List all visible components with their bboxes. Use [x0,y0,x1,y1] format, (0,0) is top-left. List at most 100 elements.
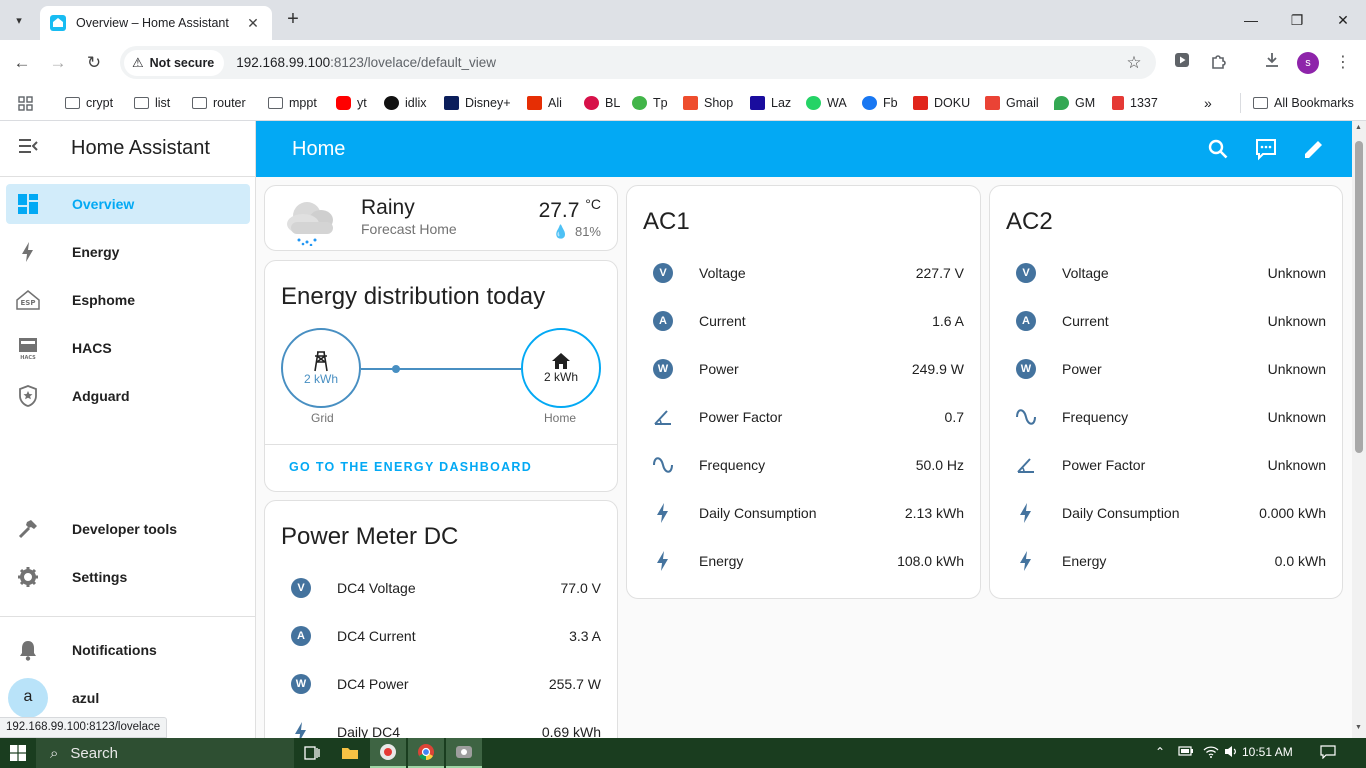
sidebar-item-profile[interactable]: a azul [6,678,250,718]
sidebar-item-energy[interactable]: Energy [6,232,250,272]
downloads-icon[interactable] [1261,52,1283,74]
entity-row[interactable]: Frequency 50.0 Hz [643,445,964,485]
windows-start-icon[interactable] [10,745,26,761]
page-scrollbar[interactable]: ▲ ▼ [1352,121,1366,738]
entity-row[interactable]: V DC4 Voltage 77.0 V [281,568,601,608]
bookmark-crypt[interactable]: crypt [65,93,113,113]
bookmark-mppt[interactable]: mppt [268,93,317,113]
entity-row[interactable]: Daily Consumption 0.000 kWh [1006,493,1326,533]
bookmark-star-icon[interactable]: ☆ [1122,53,1146,73]
volume-icon[interactable] [1224,745,1238,761]
battery-icon[interactable] [1178,745,1194,760]
bookmark-ali[interactable]: Ali [527,93,562,113]
sidebar-item-developer-tools[interactable]: Developer tools [6,509,250,549]
grid-node[interactable]: 2 kWh [281,328,361,408]
back-button[interactable]: ← [10,51,34,75]
more-bookmarks-icon[interactable]: » [1204,93,1212,113]
app-taskbar-icon[interactable] [370,738,406,768]
bookmark-laz[interactable]: Laz [750,93,791,113]
bookmark-fb[interactable]: Fb [862,93,898,113]
tab-search-button[interactable]: ▾ [6,8,32,32]
bookmark-router[interactable]: router [192,93,246,113]
sidebar-item-adguard[interactable]: Adguard [6,376,250,416]
search-icon[interactable] [1206,137,1230,161]
bookmark-disney[interactable]: Disney+ [444,93,511,113]
edit-pencil-icon[interactable] [1302,137,1326,161]
entity-state: Unknown [1267,265,1326,281]
minimize-button[interactable]: — [1228,8,1274,32]
url-text[interactable]: 192.168.99.100:8123/lovelace/default_vie… [236,55,1122,70]
entity-row[interactable]: Daily Consumption 2.13 kWh [643,493,964,533]
tray-overflow-icon[interactable]: ⌃ [1155,745,1165,759]
entity-row[interactable]: V Voltage Unknown [1006,253,1326,293]
entity-row[interactable]: Energy 108.0 kWh [643,541,964,581]
scroll-up-icon[interactable]: ▲ [1355,124,1362,131]
taskbar-search[interactable]: ⌕ Search [36,738,294,768]
bookmark-wa[interactable]: WA [806,93,847,113]
entity-row[interactable]: A Current Unknown [1006,301,1326,341]
bookmark-idlix[interactable]: idlix [384,93,427,113]
wifi-icon[interactable] [1203,745,1219,761]
tab-close-icon[interactable]: ✕ [244,15,262,32]
site-info-chip[interactable]: ⚠ Not secure [124,49,225,76]
profile-avatar[interactable]: s [1297,52,1319,74]
pinned-app-icon[interactable] [446,738,482,768]
sidebar-item-notifications[interactable]: Notifications [6,630,250,670]
sidebar-item-hacs[interactable]: HACS HACS [6,328,250,368]
url-host: 192.168.99.100 [236,55,331,70]
browser-toolbar: ← → ↻ ⚠ Not secure 192.168.99.100:8123/l… [0,40,1366,85]
browser-tab-active[interactable]: Overview – Home Assistant ✕ [40,6,272,40]
entity-row[interactable]: Energy 0.0 kWh [1006,541,1326,581]
entity-state: 50.0 Hz [915,457,964,473]
bookmark-tp[interactable]: Tp [632,93,668,113]
extensions-icon[interactable] [1208,52,1230,74]
media-icon[interactable] [1171,52,1193,74]
apps-grid-icon[interactable] [18,93,33,113]
task-view-icon[interactable] [294,738,330,768]
forward-button[interactable]: → [46,51,70,75]
browser-menu-icon[interactable]: ⋮ [1332,52,1354,74]
bookmark-shop[interactable]: Shop [683,93,733,113]
notification-center-icon[interactable] [1320,745,1336,762]
entity-row[interactable]: Daily DC4 0.69 kWh [281,712,601,738]
bookmark-bl[interactable]: BL [584,93,620,113]
scroll-down-icon[interactable]: ▼ [1355,724,1362,731]
entity-row[interactable]: Frequency Unknown [1006,397,1326,437]
bookmark-1337[interactable]: 1337 [1112,93,1158,113]
close-window-button[interactable]: ✕ [1320,8,1366,32]
weather-card[interactable]: Rainy Forecast Home 27.7 °C 💧 81% [264,185,618,251]
entity-row[interactable]: W Power 249.9 W [643,349,964,389]
bookmark-gm[interactable]: GM [1054,93,1095,113]
taskbar-clock[interactable]: 10:51 AM [1242,745,1293,759]
scrollbar-thumb[interactable] [1355,141,1363,453]
chrome-taskbar-icon[interactable] [408,738,444,768]
reload-button[interactable]: ↻ [82,51,106,75]
sidebar-item-esphome[interactable]: ESP Esphome [6,280,250,320]
entity-name: DC4 Voltage [337,580,416,596]
energy-dashboard-link[interactable]: GO TO THE ENERGY DASHBOARD [289,460,532,474]
home-node[interactable]: 2 kWh [521,328,601,408]
bookmark-doku[interactable]: DOKU [913,93,970,113]
entity-icon-wrap [1006,456,1046,474]
entity-row[interactable]: A Current 1.6 A [643,301,964,341]
sidebar-item-overview[interactable]: Overview [6,184,250,224]
assist-icon[interactable] [1254,137,1278,161]
entity-row[interactable]: V Voltage 227.7 V [643,253,964,293]
bookmark-list[interactable]: list [134,93,170,113]
sidebar-toggle-icon[interactable] [0,138,56,159]
entity-row[interactable]: W Power Unknown [1006,349,1326,389]
bookmark-yt[interactable]: yt [336,93,367,113]
entity-icon-wrap: W [1006,359,1046,379]
sidebar-item-settings[interactable]: Settings [6,557,250,597]
entity-row[interactable]: W DC4 Power 255.7 W [281,664,601,704]
file-explorer-icon[interactable] [332,738,368,768]
entity-row[interactable]: A DC4 Current 3.3 A [281,616,601,656]
taskbar-search-placeholder: Search [70,744,118,762]
entity-row[interactable]: Power Factor 0.7 [643,397,964,437]
address-bar[interactable]: ⚠ Not secure 192.168.99.100:8123/lovelac… [120,46,1156,79]
bookmark-gmail[interactable]: Gmail [985,93,1039,113]
restore-button[interactable]: ❐ [1274,8,1320,32]
all-bookmarks-folder[interactable]: All Bookmarks [1240,93,1354,113]
entity-row[interactable]: Power Factor Unknown [1006,445,1326,485]
new-tab-button[interactable]: + [282,9,304,31]
